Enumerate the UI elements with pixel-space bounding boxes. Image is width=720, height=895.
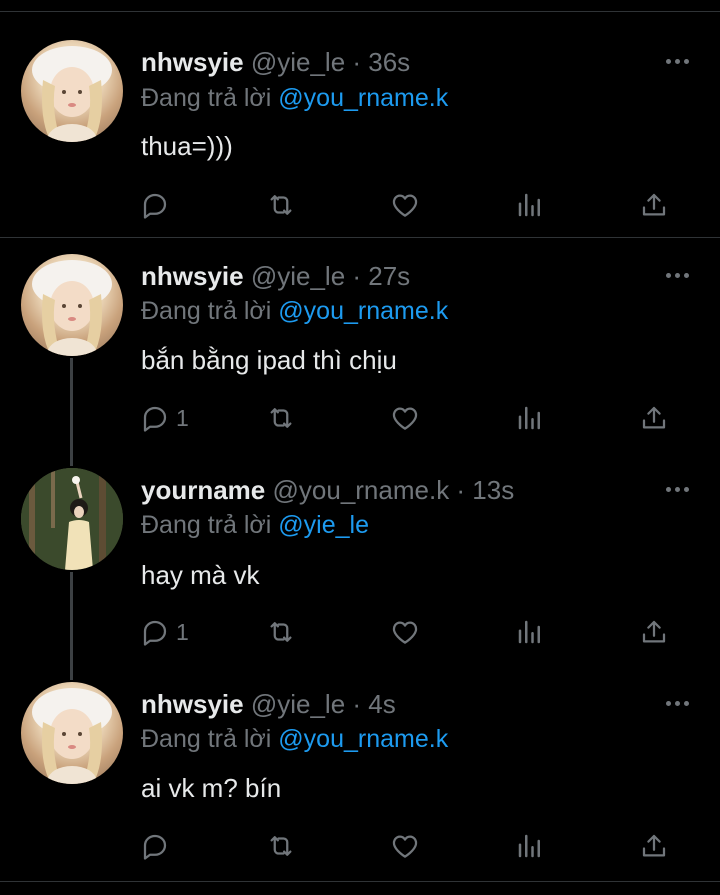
reply-icon xyxy=(143,193,167,219)
views-icon xyxy=(518,834,540,858)
like-button[interactable] xyxy=(390,612,420,652)
avatar[interactable] xyxy=(21,682,123,784)
replying-to: Đang trả lời @you_rname.k xyxy=(141,297,449,325)
handle-and-time: @yie_le · 36s xyxy=(250,47,411,77)
avatar[interactable] xyxy=(21,468,123,570)
share-button[interactable] xyxy=(639,185,669,225)
more-icon[interactable] xyxy=(664,270,692,280)
retweet-icon xyxy=(270,622,292,642)
tweet[interactable]: yourname @you_rname.k · 13s Đang trả lời… xyxy=(0,452,720,666)
retweet-icon xyxy=(270,408,292,428)
tweet-text: bắn bằng ipad thì chịu xyxy=(141,345,397,375)
action-bar xyxy=(0,185,720,225)
reply-button[interactable]: 1 xyxy=(140,612,189,652)
like-button[interactable] xyxy=(390,398,420,438)
handle-and-time: @yie_le · 4s xyxy=(250,689,396,719)
share-button[interactable] xyxy=(639,826,669,866)
like-button[interactable] xyxy=(390,826,420,866)
action-bar: 1 xyxy=(0,612,720,652)
retweet-icon xyxy=(270,195,292,215)
share-icon xyxy=(642,834,666,857)
more-icon[interactable] xyxy=(664,698,692,708)
action-bar: 1 xyxy=(0,398,720,438)
reply-icon xyxy=(143,834,167,860)
views-icon xyxy=(518,193,540,217)
heart-icon xyxy=(392,621,418,644)
tweet[interactable]: nhwsyie @yie_le · 27s Đang trả lời @you_… xyxy=(0,238,720,452)
mention-link[interactable]: @yie_le xyxy=(278,511,369,539)
tweet-text: thua=))) xyxy=(141,131,233,161)
handle-and-time: @yie_le · 27s xyxy=(250,261,411,291)
share-icon xyxy=(642,620,666,643)
share-icon xyxy=(642,406,666,429)
tweet-text: hay mà vk xyxy=(141,560,260,590)
retweet-button[interactable] xyxy=(266,185,296,225)
mention-link[interactable]: @you_rname.k xyxy=(278,725,448,753)
share-button[interactable] xyxy=(639,612,669,652)
display-name[interactable]: nhwsyie @yie_le · 36s xyxy=(141,47,410,78)
replying-to: Đang trả lời @yie_le xyxy=(141,511,369,539)
action-bar xyxy=(0,826,720,866)
more-icon[interactable] xyxy=(664,56,692,66)
avatar[interactable] xyxy=(21,40,123,142)
reply-button[interactable]: 1 xyxy=(140,398,189,438)
reply-button[interactable] xyxy=(140,185,176,225)
reply-button[interactable] xyxy=(140,826,176,866)
share-button[interactable] xyxy=(639,398,669,438)
views-button[interactable] xyxy=(515,612,545,652)
replying-to: Đang trả lời @you_rname.k xyxy=(141,725,449,753)
mention-link[interactable]: @you_rname.k xyxy=(278,84,448,112)
handle-and-time: @you_rname.k · 13s xyxy=(272,475,515,505)
display-name[interactable]: yourname @you_rname.k · 13s xyxy=(141,475,514,506)
views-button[interactable] xyxy=(515,398,545,438)
heart-icon xyxy=(392,407,418,430)
heart-icon xyxy=(392,194,418,217)
retweet-icon xyxy=(270,836,292,856)
tweet-text: ai vk m? bín xyxy=(141,773,282,803)
tweet[interactable]: nhwsyie @yie_le · 36s Đang trả lời @you_… xyxy=(0,0,720,236)
reply-icon xyxy=(143,620,167,646)
heart-icon xyxy=(392,835,418,858)
display-name[interactable]: nhwsyie @yie_le · 4s xyxy=(141,689,396,720)
retweet-button[interactable] xyxy=(266,398,296,438)
replying-to: Đang trả lời @you_rname.k xyxy=(141,84,449,112)
reply-icon xyxy=(143,406,167,432)
share-icon xyxy=(642,193,666,216)
retweet-button[interactable] xyxy=(266,612,296,652)
display-name[interactable]: nhwsyie @yie_le · 27s xyxy=(141,261,410,292)
views-icon xyxy=(518,406,540,430)
like-button[interactable] xyxy=(390,185,420,225)
bottom-divider xyxy=(0,881,720,882)
views-button[interactable] xyxy=(515,185,545,225)
more-icon[interactable] xyxy=(664,484,692,494)
avatar[interactable] xyxy=(21,254,123,356)
tweet[interactable]: nhwsyie @yie_le · 4s Đang trả lời @you_r… xyxy=(0,666,720,880)
mention-link[interactable]: @you_rname.k xyxy=(278,297,448,325)
views-icon xyxy=(518,620,540,644)
retweet-button[interactable] xyxy=(266,826,296,866)
views-button[interactable] xyxy=(515,826,545,866)
